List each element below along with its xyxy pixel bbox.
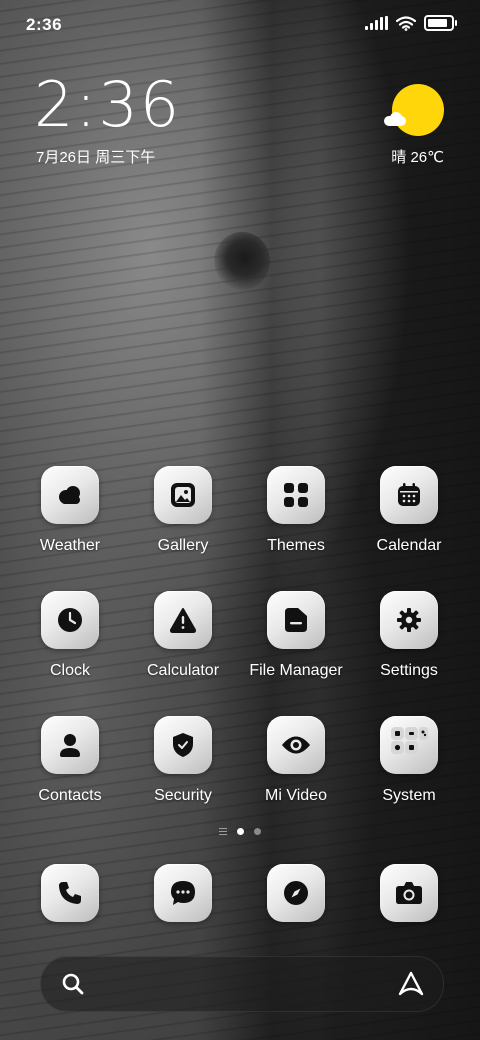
app-label: File Manager <box>249 662 343 679</box>
page-indicator[interactable] <box>0 828 480 835</box>
app-label: Gallery <box>157 537 209 554</box>
app-label: Calendar <box>376 537 442 554</box>
status-icons <box>365 15 457 31</box>
battery-icon <box>424 15 457 31</box>
app-settings[interactable]: Settings <box>354 591 464 680</box>
cloud-icon <box>384 112 408 126</box>
phone-icon <box>59 882 81 904</box>
app-label: Themes <box>267 537 325 554</box>
app-themes[interactable]: Themes <box>241 466 351 555</box>
page-dot-2[interactable] <box>254 828 261 835</box>
chat-icon <box>171 881 195 905</box>
app-label: Calculator <box>146 662 220 679</box>
image-icon <box>154 466 212 524</box>
clock-widget-time[interactable]: 2:36 <box>34 74 181 136</box>
weather-condition: 晴 <box>391 149 407 166</box>
app-label: Contacts <box>38 787 102 804</box>
app-security[interactable]: Security <box>128 716 238 805</box>
status-time: 2:36 <box>26 15 63 34</box>
eye-icon <box>267 716 325 774</box>
app-label: Weather <box>39 537 101 554</box>
dock-camera[interactable] <box>380 864 438 922</box>
app-label: Security <box>154 787 212 804</box>
app-file-manager[interactable]: File Manager <box>241 591 351 680</box>
folder-grid-icon <box>380 716 438 774</box>
gear-icon <box>380 591 438 649</box>
app-drawer-indicator-icon <box>219 828 227 835</box>
app-clock[interactable]: Clock <box>15 591 125 680</box>
camera-icon <box>396 882 422 904</box>
app-label: System <box>382 787 436 804</box>
weather-temperature: 26℃ <box>410 149 444 166</box>
app-system-folder[interactable]: System <box>354 716 464 805</box>
warning-icon <box>154 591 212 649</box>
person-icon <box>41 716 99 774</box>
signal-icon <box>365 16 388 30</box>
app-label: Mi Video <box>265 787 327 804</box>
app-contacts[interactable]: Contacts <box>15 716 125 805</box>
app-calendar[interactable]: Calendar <box>354 466 464 555</box>
wifi-icon <box>396 15 416 31</box>
folder-icon <box>267 591 325 649</box>
app-mi-video[interactable]: Mi Video <box>241 716 351 805</box>
app-weather[interactable]: Weather <box>15 466 125 555</box>
app-calculator[interactable]: Calculator <box>128 591 238 680</box>
app-gallery[interactable]: Gallery <box>128 466 238 555</box>
clock-icon <box>41 591 99 649</box>
sun-icon <box>392 84 444 136</box>
compass-icon <box>284 881 308 905</box>
clock-widget-date: 7月26日 周三下午 <box>36 149 156 166</box>
assistant-icon[interactable] <box>397 970 425 998</box>
weather-summary: 晴 26℃ <box>391 146 444 167</box>
dock-phone[interactable] <box>41 864 99 922</box>
grid-icon <box>267 466 325 524</box>
dock-browser[interactable] <box>267 864 325 922</box>
dock-messages[interactable] <box>154 864 212 922</box>
page-dot-1[interactable] <box>237 828 244 835</box>
search-bar[interactable] <box>40 956 444 1012</box>
app-label: Clock <box>49 662 90 679</box>
cloud-icon <box>41 466 99 524</box>
calendar-icon <box>380 466 438 524</box>
weather-widget[interactable]: 晴 26℃ <box>384 84 444 168</box>
shield-icon <box>154 716 212 774</box>
search-icon[interactable] <box>61 972 85 996</box>
app-label: Settings <box>380 662 438 679</box>
status-bar: 2:36 <box>0 0 480 50</box>
